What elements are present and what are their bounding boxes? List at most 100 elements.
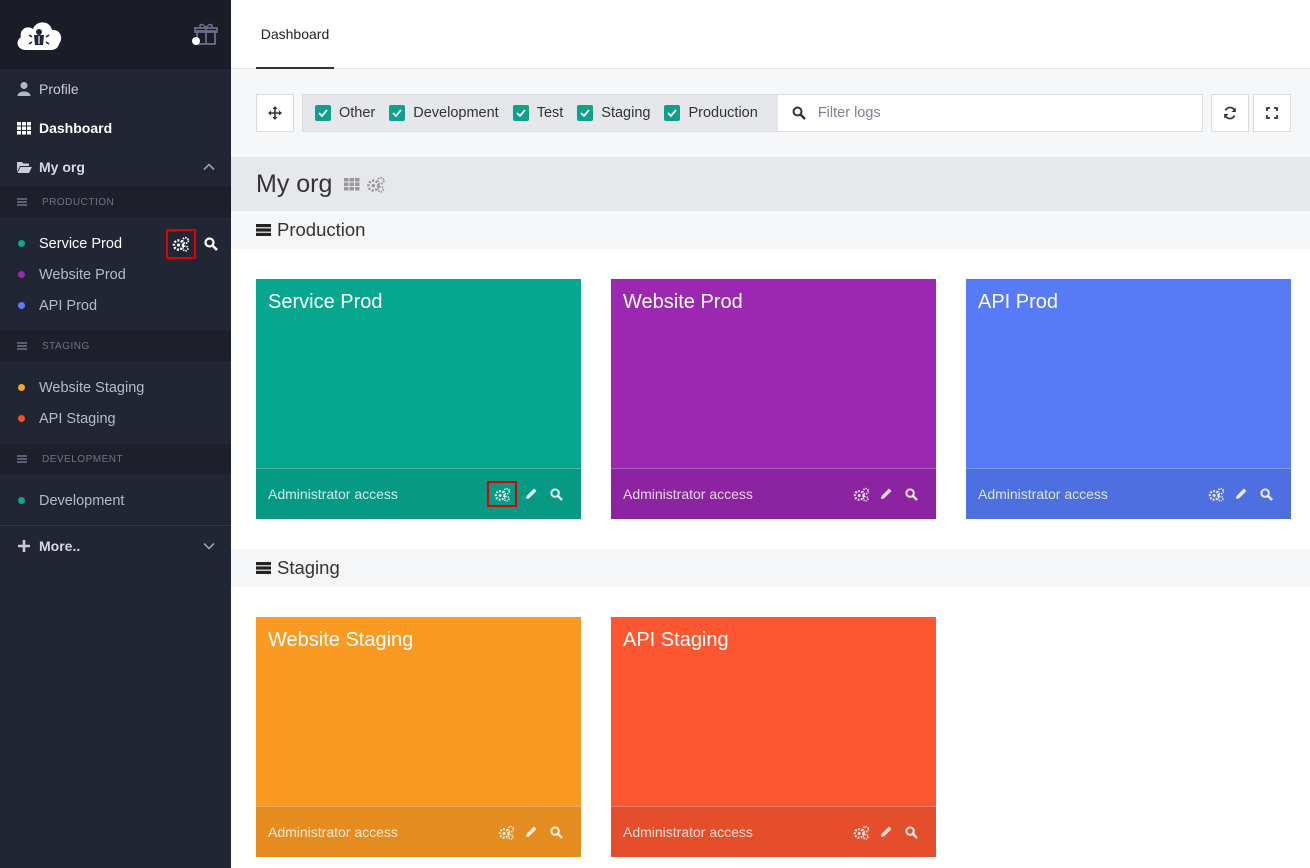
folder-open-icon [17,162,32,173]
group-header-production: Production [231,211,1310,249]
grid-icon [17,122,31,135]
edit-button[interactable] [875,483,897,505]
cogs-icon[interactable] [366,176,386,193]
search-button[interactable] [545,483,567,505]
sidebar-env-development[interactable]: Development [0,485,231,516]
org-title: My org [256,169,333,198]
sidebar-divider [0,525,231,526]
pencil-icon [526,826,537,837]
search-button[interactable] [545,821,567,843]
sidebar-item-dashboard[interactable]: Dashboard [0,109,231,147]
cloud-logo-icon[interactable] [14,14,64,54]
pencil-icon [881,488,892,499]
cogs-icon [853,487,869,502]
checkbox-label: Test [536,105,564,121]
sidebar-item-profile[interactable]: Profile [0,70,231,108]
env-label: Website Staging [39,379,145,396]
arrows-move-icon [268,106,282,120]
filter-search [778,95,1202,131]
checkbox-label: Staging [601,105,651,121]
chevron-down-icon[interactable] [203,540,215,552]
search-icon [1259,487,1273,501]
section-label: DEVELOPMENT [42,453,124,465]
status-dot [18,240,25,247]
checkbox-development[interactable]: Development [389,105,499,121]
search-icon [549,825,563,839]
gift-icon[interactable] [190,22,218,46]
group-header-staging: Staging [231,549,1310,587]
settings-button[interactable] [495,821,517,843]
status-dot [18,415,25,422]
search-button[interactable] [900,821,922,843]
env-label: Service Prod [39,235,123,252]
grid-icon[interactable] [344,177,360,191]
plus-icon [18,540,30,552]
access-label: Administrator access [978,486,1108,502]
sidebar-item-label: My org [39,159,85,175]
sidebar-env-website-prod[interactable]: Website Prod [0,259,231,290]
card-footer: Administrator access [966,468,1291,519]
env-card-api-staging[interactable]: API Staging Administrator access [611,617,936,857]
server-icon [17,455,27,463]
chevron-up-icon[interactable] [203,161,215,173]
card-title: Website Prod [623,291,743,313]
access-label: Administrator access [268,824,398,840]
env-card-api-prod[interactable]: API Prod Administrator access [966,279,1291,519]
settings-button[interactable] [166,229,196,259]
sidebar-item-more[interactable]: More.. [0,527,231,565]
settings-button[interactable] [487,481,517,507]
sidebar-env-api-staging[interactable]: API Staging [0,403,231,434]
cogs-icon [853,825,869,840]
sidebar-item-my-org[interactable]: My org [0,148,231,186]
sidebar-section-production: PRODUCTION [0,187,231,217]
move-button[interactable] [256,94,294,132]
search-button[interactable] [900,483,922,505]
settings-button[interactable] [850,821,872,843]
tab-dashboard[interactable]: Dashboard [256,0,334,69]
edit-button[interactable] [875,821,897,843]
group-label: Production [277,219,366,240]
sidebar-env-website-staging[interactable]: Website Staging [0,372,231,403]
checkbox-test[interactable]: Test [512,105,564,121]
cogs-icon [172,236,190,252]
search-button[interactable] [1255,483,1277,505]
server-icon [256,562,271,574]
environment-checkboxes: Other Development Test Staging Productio… [303,95,778,131]
filter-logs-input[interactable] [817,105,1178,121]
refresh-icon [1224,106,1236,120]
log-filter-box: Other Development Test Staging Productio… [302,94,1203,132]
env-card-website-staging[interactable]: Website Staging Administrator access [256,617,581,857]
search-icon [792,106,806,120]
settings-button[interactable] [1205,483,1227,505]
refresh-button[interactable] [1211,94,1249,132]
edit-button[interactable] [520,483,542,505]
status-dot [18,497,25,504]
section-label: PRODUCTION [42,196,115,208]
check-icon [577,105,594,121]
search-logs-button[interactable] [196,229,226,259]
pencil-icon [881,826,892,837]
env-card-website-prod[interactable]: Website Prod Administrator access [611,279,936,519]
cogs-icon [494,487,510,502]
filter-toolbar: Other Development Test Staging Productio… [231,69,1310,157]
sidebar-env-api-prod[interactable]: API Prod [0,290,231,321]
cogs-icon [498,825,514,840]
checkbox-production[interactable]: Production [664,105,758,121]
access-label: Administrator access [623,486,753,502]
checkbox-staging[interactable]: Staging [577,105,650,121]
checkbox-other[interactable]: Other [315,105,375,121]
env-label: API Prod [39,297,98,314]
search-icon [549,487,563,501]
env-label: Development [39,492,125,509]
edit-button[interactable] [520,821,542,843]
server-icon [17,342,27,350]
env-card-service-prod[interactable]: Service Prod Administrator access [256,279,581,519]
top-tab-bar: Dashboard [231,0,1310,69]
edit-button[interactable] [1230,483,1252,505]
card-title: API Prod [978,291,1059,313]
fullscreen-button[interactable] [1253,94,1291,132]
settings-button[interactable] [850,483,872,505]
access-label: Administrator access [623,824,753,840]
check-icon [315,105,331,121]
card-footer: Administrator access [611,468,936,519]
